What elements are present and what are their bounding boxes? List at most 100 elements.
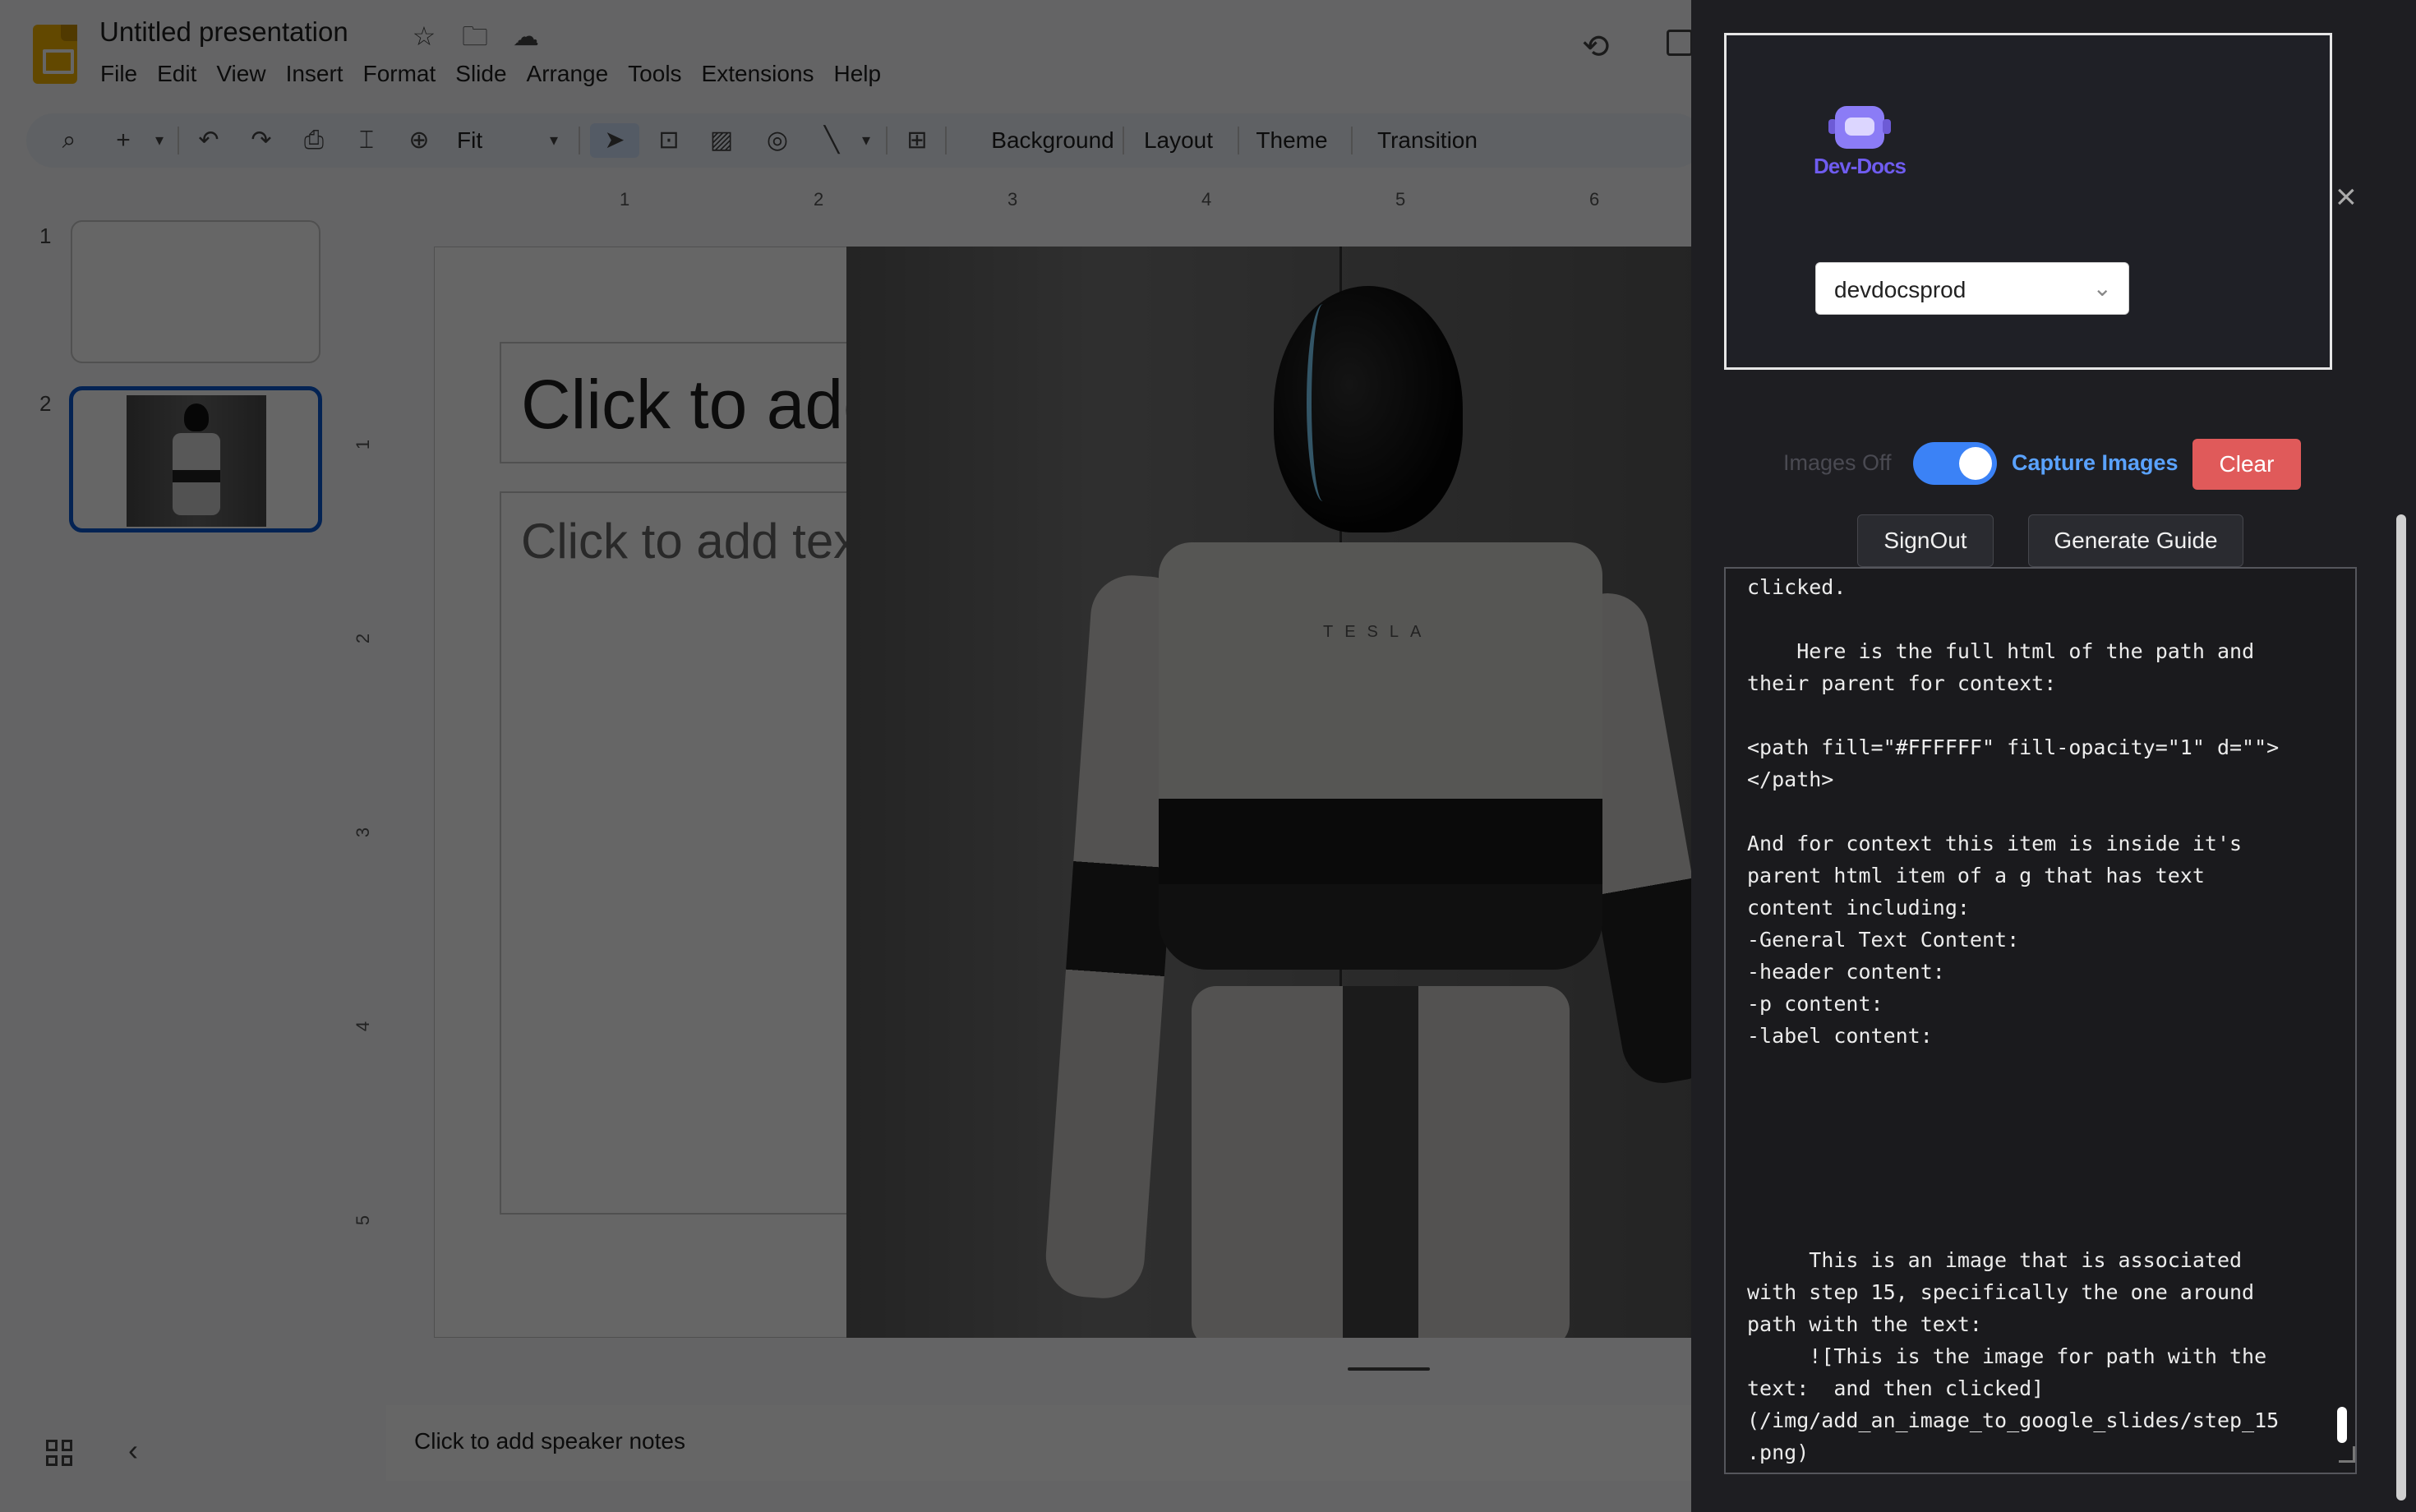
print-icon[interactable]: ⎙: [299, 123, 329, 158]
star-icon[interactable]: ☆: [408, 20, 440, 53]
document-title[interactable]: Untitled presentation: [99, 16, 348, 48]
ruler-number: 4: [353, 1021, 374, 1032]
capture-images-toggle[interactable]: [1913, 442, 1997, 485]
robot-head: [1274, 286, 1463, 532]
output-scrollbar[interactable]: [2337, 1407, 2347, 1443]
textarea-resize-icon[interactable]: [2339, 1446, 2355, 1463]
close-icon[interactable]: ×: [2335, 179, 2357, 215]
search-menus-icon[interactable]: ⌕: [53, 123, 85, 158]
menu-arrange[interactable]: Arrange: [517, 58, 619, 90]
toolbar-divider: [1351, 127, 1353, 154]
ruler-number: 1: [620, 189, 630, 210]
menu-bar: File Edit View Insert Format Slide Arran…: [90, 58, 891, 90]
slides-app: Untitled presentation ☆ 🗀 ☁ File Edit Vi…: [0, 0, 1693, 1512]
notes-resize-handle[interactable]: [1348, 1367, 1430, 1371]
robot-legs: [1192, 986, 1570, 1338]
clear-button[interactable]: Clear: [2192, 439, 2301, 490]
slides-logo-icon[interactable]: [33, 25, 77, 84]
capture-images-label: Capture Images: [2012, 450, 2179, 475]
speaker-notes-placeholder: Click to add speaker notes: [414, 1428, 685, 1454]
zoom-icon[interactable]: ⊕: [404, 123, 434, 158]
toolbar-divider: [178, 127, 179, 154]
speaker-notes[interactable]: Click to add speaker notes: [386, 1405, 1693, 1481]
shape-icon[interactable]: ◎: [761, 123, 794, 158]
robot-torso: [1159, 542, 1602, 970]
ruler-number: 5: [353, 1215, 374, 1226]
toggle-knob: [1959, 447, 1992, 480]
zoom-chevron-icon[interactable]: ▾: [542, 123, 565, 158]
organization-value: devdocsprod: [1834, 277, 1966, 302]
move-folder-icon[interactable]: 🗀: [459, 20, 491, 53]
panel-scrollbar[interactable]: [2396, 514, 2406, 1500]
body-placeholder-text: Click to add text: [521, 514, 872, 569]
line-chevron-icon[interactable]: ▾: [855, 123, 878, 158]
menu-tools[interactable]: Tools: [618, 58, 691, 90]
ruler-number: 5: [1395, 189, 1406, 210]
robot-visor: [1307, 304, 1339, 501]
robot-icon: [1835, 106, 1884, 149]
line-icon[interactable]: ╲: [815, 123, 848, 158]
toolbar-divider: [886, 127, 888, 154]
add-comment-icon[interactable]: ⊞: [901, 123, 934, 158]
menu-help[interactable]: Help: [824, 58, 892, 90]
robot-thumbnail-image: [127, 395, 266, 527]
redo-icon[interactable]: ↷: [247, 123, 276, 158]
ruler-number: 3: [1007, 189, 1018, 210]
paint-format-icon[interactable]: ⌶: [352, 123, 381, 158]
menu-slide[interactable]: Slide: [445, 58, 516, 90]
insert-image-icon[interactable]: ▨: [705, 123, 738, 158]
robot-image[interactable]: TESLA: [846, 247, 1693, 1338]
select-cursor-icon[interactable]: ➤: [598, 123, 631, 158]
ruler-number: 3: [353, 827, 374, 838]
ruler-number: 2: [814, 189, 824, 210]
toolbar-divider: [1238, 127, 1239, 154]
ruler-number: 4: [1201, 189, 1212, 210]
brand-name: Dev-Docs: [1814, 154, 1907, 178]
guide-output-textarea[interactable]: Find the path with the text: and then cl…: [1724, 567, 2357, 1474]
ruler-number: 1: [353, 439, 374, 450]
menu-format[interactable]: Format: [353, 58, 446, 90]
layout-button[interactable]: Layout: [1137, 123, 1220, 158]
background-button[interactable]: Background: [961, 123, 1144, 158]
slide-thumbnail-2[interactable]: [69, 386, 322, 532]
ruler-number: 2: [353, 633, 374, 644]
slide-thumbnail-1[interactable]: [71, 220, 320, 363]
zoom-select[interactable]: Fit: [457, 123, 506, 158]
signout-button[interactable]: SignOut: [1857, 514, 1994, 567]
chevron-down-icon: ⌄: [2092, 275, 2112, 301]
guide-output-text: Find the path with the text: and then cl…: [1747, 575, 2280, 1464]
title-actions: ☆ 🗀 ☁: [408, 20, 542, 53]
toolbar-divider: [579, 127, 580, 154]
cloud-status-icon[interactable]: ☁: [509, 20, 542, 53]
menu-extensions[interactable]: Extensions: [692, 58, 824, 90]
images-off-label: Images Off: [1783, 450, 1892, 475]
comments-icon[interactable]: [1667, 30, 1693, 56]
dev-docs-logo: Dev-Docs: [1810, 101, 1909, 200]
bot-ear-icon: [1883, 119, 1891, 134]
transition-button[interactable]: Transition: [1366, 123, 1489, 158]
new-slide-icon[interactable]: +: [108, 123, 138, 158]
new-slide-layout-chevron-icon[interactable]: ▾: [148, 123, 171, 158]
robot-logo-text: TESLA: [1323, 623, 1433, 641]
brand-box: Dev-Docs devdocsprod ⌄: [1724, 33, 2332, 370]
grid-view-icon[interactable]: [46, 1440, 72, 1466]
generate-guide-button[interactable]: Generate Guide: [2028, 514, 2243, 567]
menu-view[interactable]: View: [206, 58, 275, 90]
version-history-icon[interactable]: ⟲: [1582, 28, 1610, 66]
organization-select[interactable]: devdocsprod ⌄: [1815, 262, 2129, 315]
dev-docs-panel: Dev-Docs devdocsprod ⌄ × Images Off Capt…: [1691, 0, 2416, 1512]
toolbar-divider: [945, 127, 947, 154]
slide-number: 2: [39, 391, 52, 416]
menu-edit[interactable]: Edit: [147, 58, 206, 90]
menu-file[interactable]: File: [90, 58, 147, 90]
text-box-icon[interactable]: ⊡: [652, 123, 685, 158]
undo-icon[interactable]: ↶: [194, 123, 224, 158]
menu-insert[interactable]: Insert: [276, 58, 353, 90]
collapse-panel-icon[interactable]: ‹: [128, 1433, 138, 1468]
theme-button[interactable]: Theme: [1251, 123, 1333, 158]
vertical-ruler: 1 2 3 4 5: [353, 230, 385, 1364]
horizontal-ruler: 1 2 3 4 5 6: [432, 189, 1693, 219]
toolbar-divider: [1123, 127, 1124, 154]
ruler-number: 6: [1589, 189, 1600, 210]
slide-number: 1: [39, 224, 52, 248]
